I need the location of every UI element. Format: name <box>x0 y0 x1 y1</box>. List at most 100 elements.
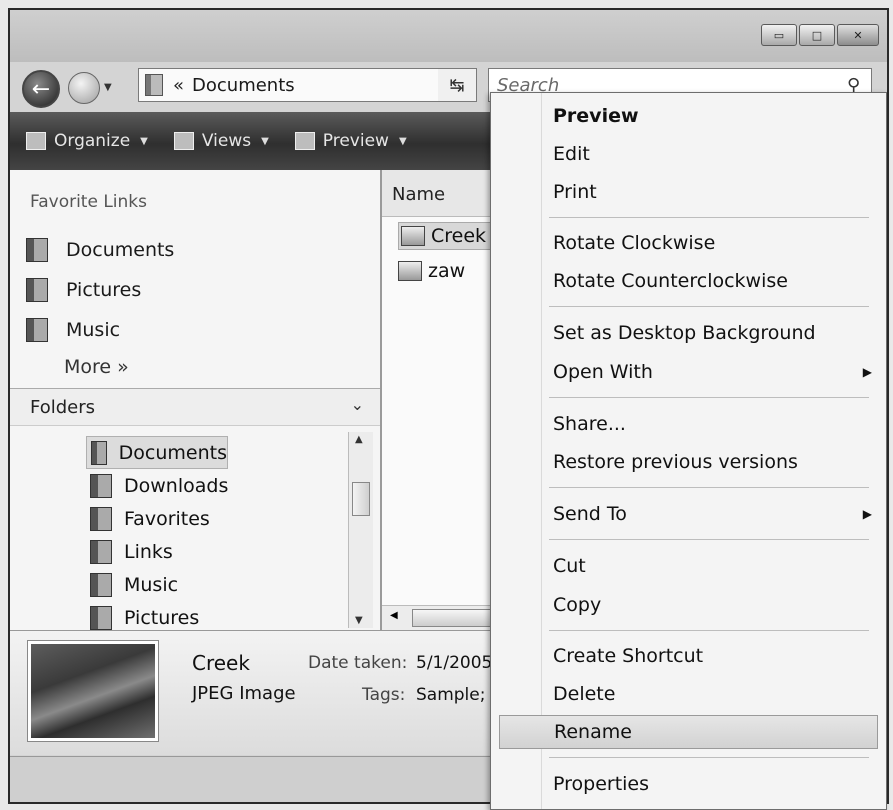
address-path[interactable]: Documents <box>192 75 439 96</box>
recent-pages-dropdown[interactable]: ▼ <box>104 82 112 93</box>
file-item-creek[interactable]: Creek <box>398 222 492 250</box>
favorite-label: Documents <box>66 239 175 261</box>
window-controls: ▭ □ ✕ <box>761 24 879 46</box>
menu-item-properties[interactable]: Properties <box>491 767 886 801</box>
menu-item-create-shortcut[interactable]: Create Shortcut <box>491 639 886 673</box>
menu-label: Rename <box>554 721 632 743</box>
menu-item-rotate-counterclockwise[interactable]: Rotate Counterclockwise <box>491 264 886 298</box>
file-label: Creek <box>431 225 487 247</box>
menu-item-rename[interactable]: Rename <box>499 715 878 749</box>
menu-label: Set as Desktop Background <box>553 322 816 344</box>
menu-separator <box>549 539 869 540</box>
address-bar[interactable]: « Documents ▼ <box>138 68 462 102</box>
menu-separator <box>549 757 869 758</box>
menu-separator <box>549 306 869 307</box>
detail-filetype: JPEG Image <box>192 683 296 704</box>
tree-item-music[interactable]: Music <box>86 568 344 601</box>
tree-item-favorites[interactable]: Favorites <box>86 502 344 535</box>
menu-label: Copy <box>553 594 602 616</box>
tags-value[interactable]: Sample; l <box>416 685 496 705</box>
maximize-button[interactable]: □ <box>799 24 835 46</box>
tree-item-label: Links <box>124 540 173 563</box>
menu-label: Preview <box>553 105 639 127</box>
file-list: Name Creek zaw ◀ <box>382 170 502 630</box>
pictures-folder-icon <box>26 278 48 302</box>
organize-button[interactable]: Organize ▼ <box>26 131 148 151</box>
menu-item-open-with[interactable]: Open With ▶ <box>491 355 886 389</box>
tree-item-downloads[interactable]: Downloads <box>86 469 344 502</box>
back-arrow-icon: ← <box>31 76 51 102</box>
date-taken-value[interactable]: 5/1/2005 <box>416 653 492 673</box>
close-button[interactable]: ✕ <box>837 24 879 46</box>
menu-label: Cut <box>553 555 586 577</box>
file-list-hscrollbar[interactable]: ◀ <box>382 605 502 630</box>
favorite-music[interactable]: Music <box>26 318 120 342</box>
folder-icon <box>90 506 112 531</box>
folder-tree-scrollbar[interactable]: ▲ ▼ <box>348 432 373 628</box>
folder-tree: Documents Downloads Favorites Links Musi… <box>86 436 344 634</box>
breadcrumb-overflow[interactable]: « <box>173 75 184 96</box>
views-button[interactable]: Views ▼ <box>173 131 269 151</box>
forward-button[interactable] <box>68 72 100 104</box>
menu-item-print[interactable]: Print <box>491 175 886 209</box>
chevron-down-icon[interactable]: ⌄ <box>351 395 364 414</box>
views-label: Views <box>201 131 252 151</box>
scroll-left-arrow-icon[interactable]: ◀ <box>390 610 398 621</box>
menu-item-cut[interactable]: Cut <box>491 549 886 583</box>
tree-item-label: Music <box>124 573 179 596</box>
folders-header[interactable]: Folders ⌄ <box>10 388 380 426</box>
organize-label: Organize <box>54 131 131 151</box>
folder-icon <box>90 539 112 564</box>
menu-item-rotate-clockwise[interactable]: Rotate Clockwise <box>491 226 886 260</box>
image-file-icon <box>401 226 425 246</box>
preview-label: Preview <box>322 131 389 151</box>
scroll-up-arrow-icon[interactable]: ▲ <box>355 434 363 445</box>
title-bar: ▭ □ ✕ <box>10 10 887 62</box>
favorite-links-header: Favorite Links <box>30 192 148 212</box>
tree-item-label: Pictures <box>124 606 200 629</box>
tree-item-documents[interactable]: Documents <box>86 436 228 469</box>
more-favorites-link[interactable]: More » <box>64 356 129 378</box>
submenu-arrow-icon: ▶ <box>862 365 872 379</box>
menu-separator <box>549 217 869 218</box>
favorite-documents[interactable]: Documents <box>26 238 174 262</box>
favorite-pictures[interactable]: Pictures <box>26 278 141 302</box>
menu-item-share[interactable]: Share... <box>491 407 886 441</box>
menu-label: Print <box>553 181 597 203</box>
menu-item-restore-previous-versions[interactable]: Restore previous versions <box>491 445 886 479</box>
hscroll-thumb[interactable] <box>412 609 494 627</box>
menu-label: Create Shortcut <box>553 645 704 667</box>
refresh-button[interactable]: ↹ <box>438 68 477 102</box>
favorite-label: Pictures <box>66 279 142 301</box>
menu-item-set-desktop-background[interactable]: Set as Desktop Background <box>491 316 886 350</box>
column-label: Name <box>392 184 446 205</box>
views-icon <box>173 132 194 150</box>
menu-label: Rotate Counterclockwise <box>553 270 788 292</box>
scroll-down-arrow-icon[interactable]: ▼ <box>355 615 363 626</box>
music-folder-icon <box>90 572 112 597</box>
menu-item-delete[interactable]: Delete <box>491 677 886 711</box>
name-column-header[interactable]: Name <box>382 170 502 217</box>
preview-button[interactable]: Preview ▼ <box>294 131 407 151</box>
menu-item-copy[interactable]: Copy <box>491 588 886 622</box>
folder-icon <box>91 440 107 465</box>
file-item-zaw[interactable]: zaw <box>398 260 465 282</box>
tree-item-label: Favorites <box>124 507 210 530</box>
folders-label: Folders <box>30 397 96 418</box>
menu-item-edit[interactable]: Edit <box>491 137 886 171</box>
tree-item-label: Documents <box>118 441 227 464</box>
scrollbar-thumb[interactable] <box>352 482 370 516</box>
menu-separator <box>549 630 869 631</box>
back-button[interactable]: ← <box>22 70 60 108</box>
document-file-icon <box>398 261 422 281</box>
tags-label: Tags: <box>362 685 406 705</box>
date-taken-label: Date taken: <box>308 653 408 673</box>
detail-filename: Creek <box>192 651 250 675</box>
menu-item-preview[interactable]: Preview <box>491 99 886 133</box>
preview-icon <box>294 132 315 150</box>
minimize-button[interactable]: ▭ <box>761 24 797 46</box>
menu-item-send-to[interactable]: Send To ▶ <box>491 497 886 531</box>
context-menu: Preview Edit Print Rotate Clockwise Rota… <box>490 92 887 810</box>
file-label: zaw <box>428 260 466 282</box>
tree-item-links[interactable]: Links <box>86 535 344 568</box>
